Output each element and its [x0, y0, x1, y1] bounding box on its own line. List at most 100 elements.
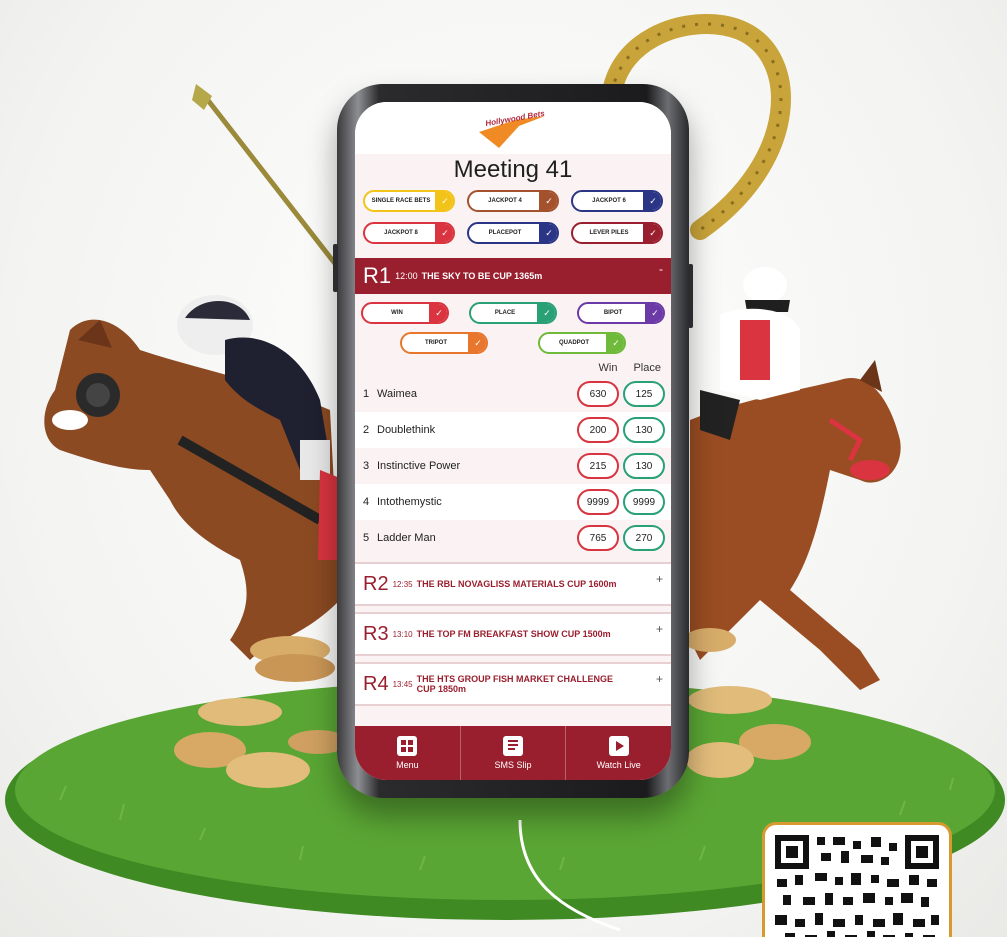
- bottom-nav: Menu SMS Slip Watch Live: [355, 726, 671, 780]
- pool-row-2: TRIPOT ✓ QUADPOT ✓: [355, 332, 671, 354]
- race-header-r2[interactable]: R2 12:35 THE RBL NOVAGLISS MATERIALS CUP…: [355, 562, 671, 606]
- check-icon: ✓: [435, 192, 453, 210]
- race-number: R4: [363, 672, 389, 695]
- bet-type-label: JACKPOT 4: [488, 198, 522, 204]
- qr-code-icon: [775, 835, 939, 937]
- bet-type-jackpot-4[interactable]: JACKPOT 4 ✓: [467, 190, 559, 212]
- check-icon: ✓: [606, 334, 624, 352]
- phone-mockup: Hollywood Bets Meeting 41 SINGLE RACE BE…: [333, 84, 693, 798]
- win-odds-button[interactable]: 200: [577, 417, 619, 443]
- race-time: 13:45: [392, 679, 413, 689]
- runner-row: 5 Ladder Man 765 270: [355, 520, 671, 556]
- pool-win[interactable]: WIN ✓: [361, 302, 449, 324]
- place-odds-button[interactable]: 130: [623, 453, 665, 479]
- collapse-icon[interactable]: -: [659, 262, 663, 276]
- qr-code[interactable]: [762, 822, 952, 937]
- nav-menu-label: Menu: [396, 760, 419, 770]
- nav-watch-live[interactable]: Watch Live: [566, 726, 671, 780]
- bet-type-label: PLACEPOT: [488, 230, 522, 236]
- document-icon: [503, 736, 523, 756]
- race-header-r4[interactable]: R4 13:45 THE HTS GROUP FISH MARKET CHALL…: [355, 662, 671, 706]
- race-time: 12:35: [392, 579, 413, 589]
- pool-place[interactable]: PLACE ✓: [469, 302, 557, 324]
- play-icon: [608, 736, 629, 756]
- pool-tripot[interactable]: TRIPOT ✓: [400, 332, 488, 354]
- check-icon: ✓: [643, 192, 661, 210]
- nav-sms-slip-label: SMS Slip: [494, 760, 532, 770]
- runner-row: 1 Waimea 630 125: [355, 376, 671, 412]
- runner-number: 4: [363, 496, 370, 508]
- bet-type-placepot[interactable]: PLACEPOT ✓: [467, 222, 559, 244]
- place-odds-button[interactable]: 125: [623, 381, 665, 407]
- place-column-header: Place: [633, 362, 661, 374]
- check-icon: ✓: [468, 334, 486, 352]
- bet-type-label: LEVER PILES: [589, 230, 629, 236]
- bet-type-label: SINGLE RACE BETS: [371, 198, 431, 204]
- race-header-r3[interactable]: R3 13:10 THE TOP FM BREAKFAST SHOW CUP 1…: [355, 612, 671, 656]
- check-icon: ✓: [435, 224, 453, 242]
- runner-row: 2 Doublethink 200 130: [355, 412, 671, 448]
- pool-label: QUADPOT: [559, 340, 589, 346]
- runner-name: Instinctive Power: [377, 460, 461, 472]
- expand-icon[interactable]: +: [656, 622, 663, 636]
- app-screen: Hollywood Bets Meeting 41 SINGLE RACE BE…: [355, 102, 671, 780]
- runner-row: 3 Instinctive Power 215 130: [355, 448, 671, 484]
- check-icon: ✓: [537, 304, 555, 322]
- runner-number: 1: [363, 388, 370, 400]
- win-column-header: Win: [598, 362, 618, 374]
- race-name: THE RBL NOVAGLISS MATERIALS CUP 1600m: [416, 579, 617, 589]
- promo-scene: Hollywood Bets Meeting 41 SINGLE RACE BE…: [0, 0, 1007, 937]
- bet-type-label: JACKPOT 8: [384, 230, 418, 236]
- bet-type-label: JACKPOT 6: [592, 198, 626, 204]
- win-odds-button[interactable]: 765: [577, 525, 619, 551]
- odds-column-headers: Win Place: [355, 362, 671, 376]
- race-name: THE TOP FM BREAKFAST SHOW CUP 1500m: [416, 629, 611, 639]
- race-number: R1: [363, 263, 392, 288]
- grid-icon: [397, 736, 418, 756]
- runner-number: 5: [363, 532, 370, 544]
- win-odds-button[interactable]: 215: [577, 453, 619, 479]
- runner-number: 2: [363, 424, 370, 436]
- pool-quadpot[interactable]: QUADPOT ✓: [538, 332, 626, 354]
- race-time: 12:00: [395, 271, 418, 281]
- runner-name: Waimea: [377, 388, 417, 400]
- race-name: THE HTS GROUP FISH MARKET CHALLENGE CUP …: [416, 674, 613, 694]
- meeting-title: Meeting 41: [453, 156, 573, 183]
- pool-bipot[interactable]: BIPOT ✓: [577, 302, 665, 324]
- pool-row-1: WIN ✓ PLACE ✓ BIPOT ✓: [355, 302, 671, 324]
- left-horse-jockey: [44, 295, 345, 660]
- bet-type-single-race[interactable]: SINGLE RACE BETS ✓: [363, 190, 455, 212]
- pool-label: TRIPOT: [425, 340, 447, 346]
- expand-icon[interactable]: +: [656, 672, 663, 686]
- pool-label: PLACE: [494, 310, 516, 316]
- expand-icon[interactable]: +: [656, 572, 663, 586]
- place-odds-button[interactable]: 270: [623, 525, 665, 551]
- bet-type-jackpot-8[interactable]: JACKPOT 8 ✓: [363, 222, 455, 244]
- bet-type-grid: SINGLE RACE BETS ✓ JACKPOT 4 ✓ JACKPOT 6…: [355, 184, 671, 252]
- bet-type-lever-piles[interactable]: LEVER PILES ✓: [571, 222, 663, 244]
- win-odds-button[interactable]: 9999: [577, 489, 619, 515]
- pool-label: BIPOT: [603, 310, 623, 316]
- race-header-r1[interactable]: R1 12:00 THE SKY TO BE CUP 1365m -: [355, 258, 671, 294]
- nav-sms-slip[interactable]: SMS Slip: [461, 726, 567, 780]
- app-header: Hollywood Bets: [355, 102, 671, 154]
- volume-button: [333, 244, 338, 292]
- race-name: THE SKY TO BE CUP 1365m: [421, 271, 543, 281]
- nav-watch-live-label: Watch Live: [596, 760, 641, 770]
- runner-name: Ladder Man: [377, 532, 436, 544]
- race-number: R3: [363, 622, 389, 645]
- runner-row: 4 Intothemystic 9999 9999: [355, 484, 671, 520]
- runner-name: Intothemystic: [377, 496, 442, 508]
- nav-menu[interactable]: Menu: [355, 726, 461, 780]
- race-number: R2: [363, 572, 389, 595]
- bet-type-jackpot-6[interactable]: JACKPOT 6 ✓: [571, 190, 663, 212]
- brand-logo: Hollywood Bets: [475, 109, 551, 150]
- runner-name: Doublethink: [377, 424, 436, 436]
- right-horse-jockey: [690, 267, 901, 690]
- whip-icon: [198, 88, 342, 272]
- runner-number: 3: [363, 460, 370, 472]
- win-odds-button[interactable]: 630: [577, 381, 619, 407]
- place-odds-button[interactable]: 130: [623, 417, 665, 443]
- place-odds-button[interactable]: 9999: [623, 489, 665, 515]
- check-icon: ✓: [539, 224, 557, 242]
